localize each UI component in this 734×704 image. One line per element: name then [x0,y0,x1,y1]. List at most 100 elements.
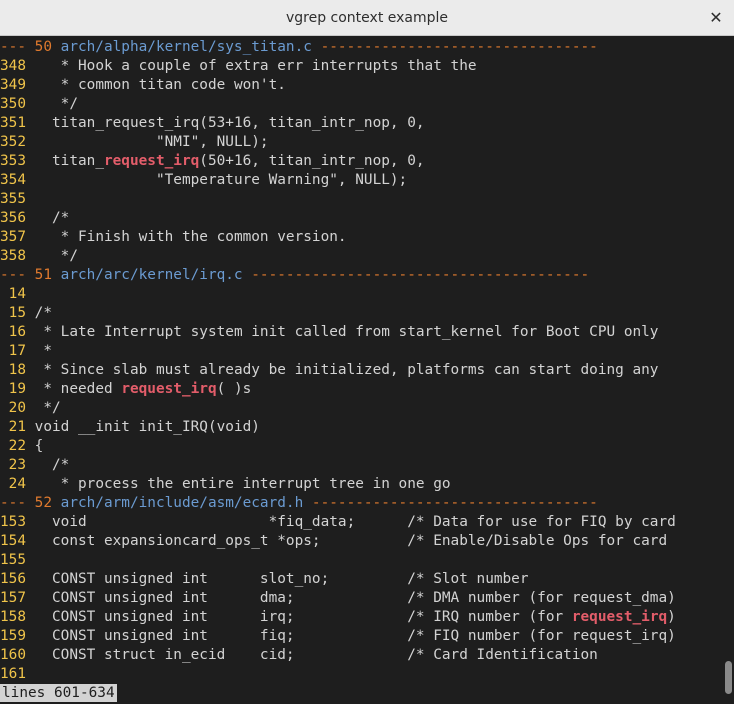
code-line: 14 [0,285,722,304]
code-text: CONST struct in_ecid cid; /* Card Identi… [34,647,598,663]
code-line: 352 "NMI", NULL); [0,133,722,152]
code-text: ( )s [216,381,252,397]
code-line: 348 * Hook a couple of extra err interru… [0,57,722,76]
code-line: 155 [0,551,722,570]
line-number: 354 [0,172,26,188]
code-line: 161 [0,665,722,684]
line-number: 350 [0,96,26,112]
file-path: arch/arc/kernel/irq.c [60,267,243,283]
separator-suffix: -------------------------------- [311,39,598,55]
code-line: 24 * process the entire interrupt tree i… [0,475,722,494]
line-number: 21 [0,419,26,435]
code-text: CONST unsigned int dma; /* DMA number (f… [34,590,676,606]
code-line: 356 /* [0,209,722,228]
line-number: 15 [0,305,26,321]
code-text: (50+16, titan_intr_nop, 0, [199,153,425,169]
line-number: 153 [0,514,26,530]
line-number: 358 [0,248,26,264]
code-text: /* [34,305,52,321]
code-line: 17 * [0,342,722,361]
code-text: * Late Interrupt system init called from… [34,324,659,340]
code-text: * Hook a couple of extra err interrupts … [34,58,477,74]
line-number: 22 [0,438,26,454]
line-number: 353 [0,153,26,169]
code-text: /* [34,210,70,226]
code-text: * [34,343,52,359]
file-path: arch/alpha/kernel/sys_titan.c [60,39,312,55]
code-line: 353 titan_request_irq(50+16, titan_intr_… [0,152,722,171]
file-number: 50 [34,39,52,55]
line-number: 157 [0,590,26,606]
code-line: 355 [0,190,722,209]
file-separator: --- 50 arch/alpha/kernel/sys_titan.c ---… [0,38,722,57]
scrollbar-thumb[interactable] [725,660,732,694]
line-number: 18 [0,362,26,378]
code-line: 15 /* [0,304,722,323]
code-line: 16 * Late Interrupt system init called f… [0,323,722,342]
code-text: CONST unsigned int irq; /* IRQ number (f… [34,609,572,625]
code-text: { [34,438,44,454]
code-line: 18 * Since slab must already be initiali… [0,361,722,380]
line-number: 20 [0,400,26,416]
code-line: 21 void __init init_IRQ(void) [0,418,722,437]
line-number: 19 [0,381,26,397]
code-text: * Finish with the common version. [34,229,347,245]
code-line: 357 * Finish with the common version. [0,228,722,247]
terminal-window: vgrep context example ✕ --- 50 arch/alph… [0,0,734,704]
line-number: 156 [0,571,26,587]
separator-prefix: --- [0,495,35,511]
code-text: */ [34,96,78,112]
code-line: 22 { [0,437,722,456]
code-text: "NMI", NULL); [34,134,269,150]
line-number: 23 [0,457,26,473]
code-line: 160 CONST struct in_ecid cid; /* Card Id… [0,646,722,665]
code-text: /* [34,457,70,473]
code-text: void *fiq_data; /* Data for use for FIQ … [34,514,676,530]
code-text: * process the entire interrupt tree in o… [34,476,451,492]
code-line: 157 CONST unsigned int dma; /* DMA numbe… [0,589,722,608]
separator-suffix: --------------------------------------- [242,267,590,283]
code-line: 153 void *fiq_data; /* Data for use for … [0,513,722,532]
line-number: 24 [0,476,26,492]
code-line: 358 */ [0,247,722,266]
line-number: 154 [0,533,26,549]
code-text: "Temperature Warning", NULL); [34,172,408,188]
code-text: */ [34,248,78,264]
code-line: 349 * common titan code won't. [0,76,722,95]
code-text: const expansioncard_ops_t *ops; /* Enabl… [34,533,668,549]
code-line: 154 const expansioncard_ops_t *ops; /* E… [0,532,722,551]
separator-prefix: --- [0,267,35,283]
code-text: titan_ [34,153,104,169]
file-number: 51 [34,267,52,283]
close-icon[interactable]: ✕ [704,6,728,30]
status-bar: lines 601-634 [0,684,117,702]
code-text: CONST unsigned int slot_no; /* Slot numb… [34,571,529,587]
file-separator: --- 51 arch/arc/kernel/irq.c -----------… [0,266,722,285]
code-text: */ [34,400,61,416]
code-line: 158 CONST unsigned int irq; /* IRQ numbe… [0,608,722,627]
code-text: ) [667,609,676,625]
code-line: 351 titan_request_irq(53+16, titan_intr_… [0,114,722,133]
scrollbar[interactable] [722,38,734,704]
line-number: 161 [0,666,26,682]
line-number: 160 [0,647,26,663]
file-separator: --- 52 arch/arm/include/asm/ecard.h ----… [0,494,722,513]
code-line: 156 CONST unsigned int slot_no; /* Slot … [0,570,722,589]
match-highlight: request_irq [571,609,668,625]
title-bar: vgrep context example ✕ [0,0,734,36]
code-text: titan_request_irq(53+16, titan_intr_nop,… [34,115,425,131]
code-text: CONST unsigned int fiq; /* FIQ number (f… [34,628,676,644]
match-highlight: request_irq [103,153,200,169]
code-line: 159 CONST unsigned int fiq; /* FIQ numbe… [0,627,722,646]
code-text: void __init init_IRQ(void) [34,419,260,435]
line-number: 17 [0,343,26,359]
code-text: * Since slab must already be initialized… [34,362,659,378]
line-number: 352 [0,134,26,150]
line-number: 155 [0,552,26,568]
line-number: 159 [0,628,26,644]
line-number: 355 [0,191,26,207]
file-path: arch/arm/include/asm/ecard.h [60,495,304,511]
line-number: 349 [0,77,26,93]
code-line: 20 */ [0,399,722,418]
code-text: * needed [34,381,122,397]
